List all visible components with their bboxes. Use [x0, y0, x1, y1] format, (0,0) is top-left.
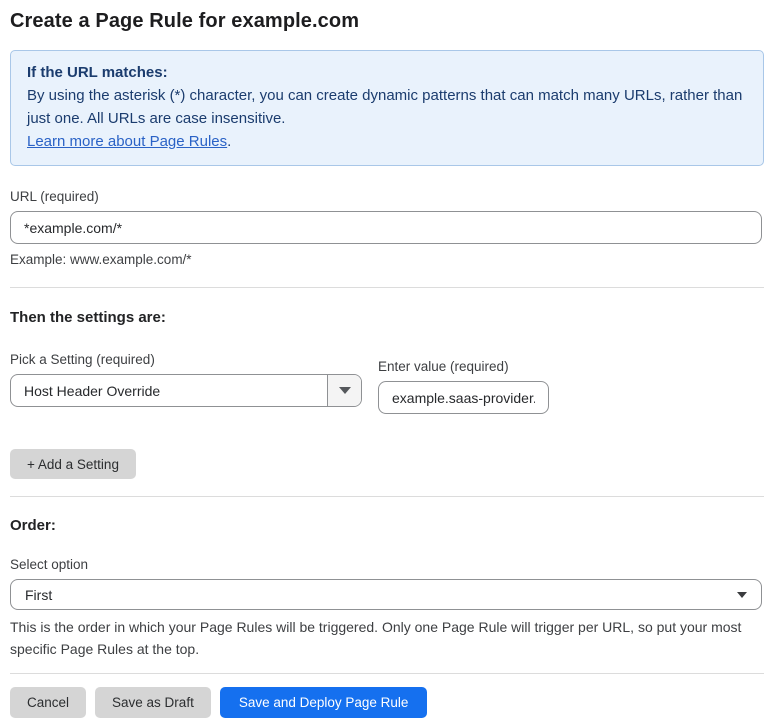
- order-select-label: Select option: [10, 557, 89, 572]
- url-section: URL (required) Example: www.example.com/…: [10, 188, 764, 268]
- order-select-value: First: [25, 586, 53, 603]
- info-box-body-text: By using the asterisk (*) character, you…: [27, 87, 743, 127]
- setting-value-input[interactable]: [378, 381, 549, 414]
- page-title: Create a Page Rule for example.com: [10, 10, 360, 32]
- info-box-heading: If the URL matches:: [27, 64, 168, 81]
- setting-select-value: Host Header Override: [24, 382, 161, 399]
- save-as-draft-button[interactable]: Save as Draft: [95, 687, 211, 718]
- chevron-down-icon: [338, 387, 351, 394]
- url-label: URL (required): [10, 189, 99, 204]
- url-matches-info-box: If the URL matches: By using the asteris…: [10, 50, 764, 166]
- setting-select-arrow-button[interactable]: [327, 375, 361, 406]
- add-setting-button[interactable]: + Add a Setting: [10, 449, 136, 479]
- settings-row: Pick a Setting (required) Host Header Ov…: [10, 351, 764, 414]
- order-help-text: This is the order in which your Page Rul…: [10, 619, 742, 657]
- settings-section: Then the settings are: Pick a Setting (r…: [10, 309, 764, 479]
- value-label: Enter value (required): [378, 359, 509, 374]
- order-select[interactable]: First: [10, 579, 762, 610]
- cancel-button[interactable]: Cancel: [10, 687, 87, 718]
- info-box-body: By using the asterisk (*) character, you…: [27, 84, 747, 153]
- order-section: Order: Select option First This is the o…: [10, 517, 764, 660]
- url-input[interactable]: [10, 211, 762, 244]
- divider: [10, 673, 764, 674]
- save-and-deploy-button[interactable]: Save and Deploy Page Rule: [219, 687, 428, 718]
- setting-picker-column: Pick a Setting (required) Host Header Ov…: [10, 351, 362, 407]
- footer-buttons: Cancel Save as Draft Save and Deploy Pag…: [10, 687, 764, 718]
- setting-value-column: Enter value (required): [378, 358, 549, 414]
- setting-label: Pick a Setting (required): [10, 352, 155, 367]
- learn-more-link[interactable]: Learn more about Page Rules: [27, 133, 227, 150]
- settings-heading: Then the settings are:: [10, 309, 166, 326]
- link-suffix: .: [227, 133, 232, 150]
- setting-select[interactable]: Host Header Override: [10, 374, 362, 407]
- divider: [10, 496, 764, 497]
- divider: [10, 287, 764, 288]
- create-page-rule-form: Create a Page Rule for example.com If th…: [0, 0, 772, 718]
- chevron-down-icon: [737, 591, 747, 598]
- order-heading: Order:: [10, 517, 56, 534]
- url-example-text: Example: www.example.com/*: [10, 252, 192, 267]
